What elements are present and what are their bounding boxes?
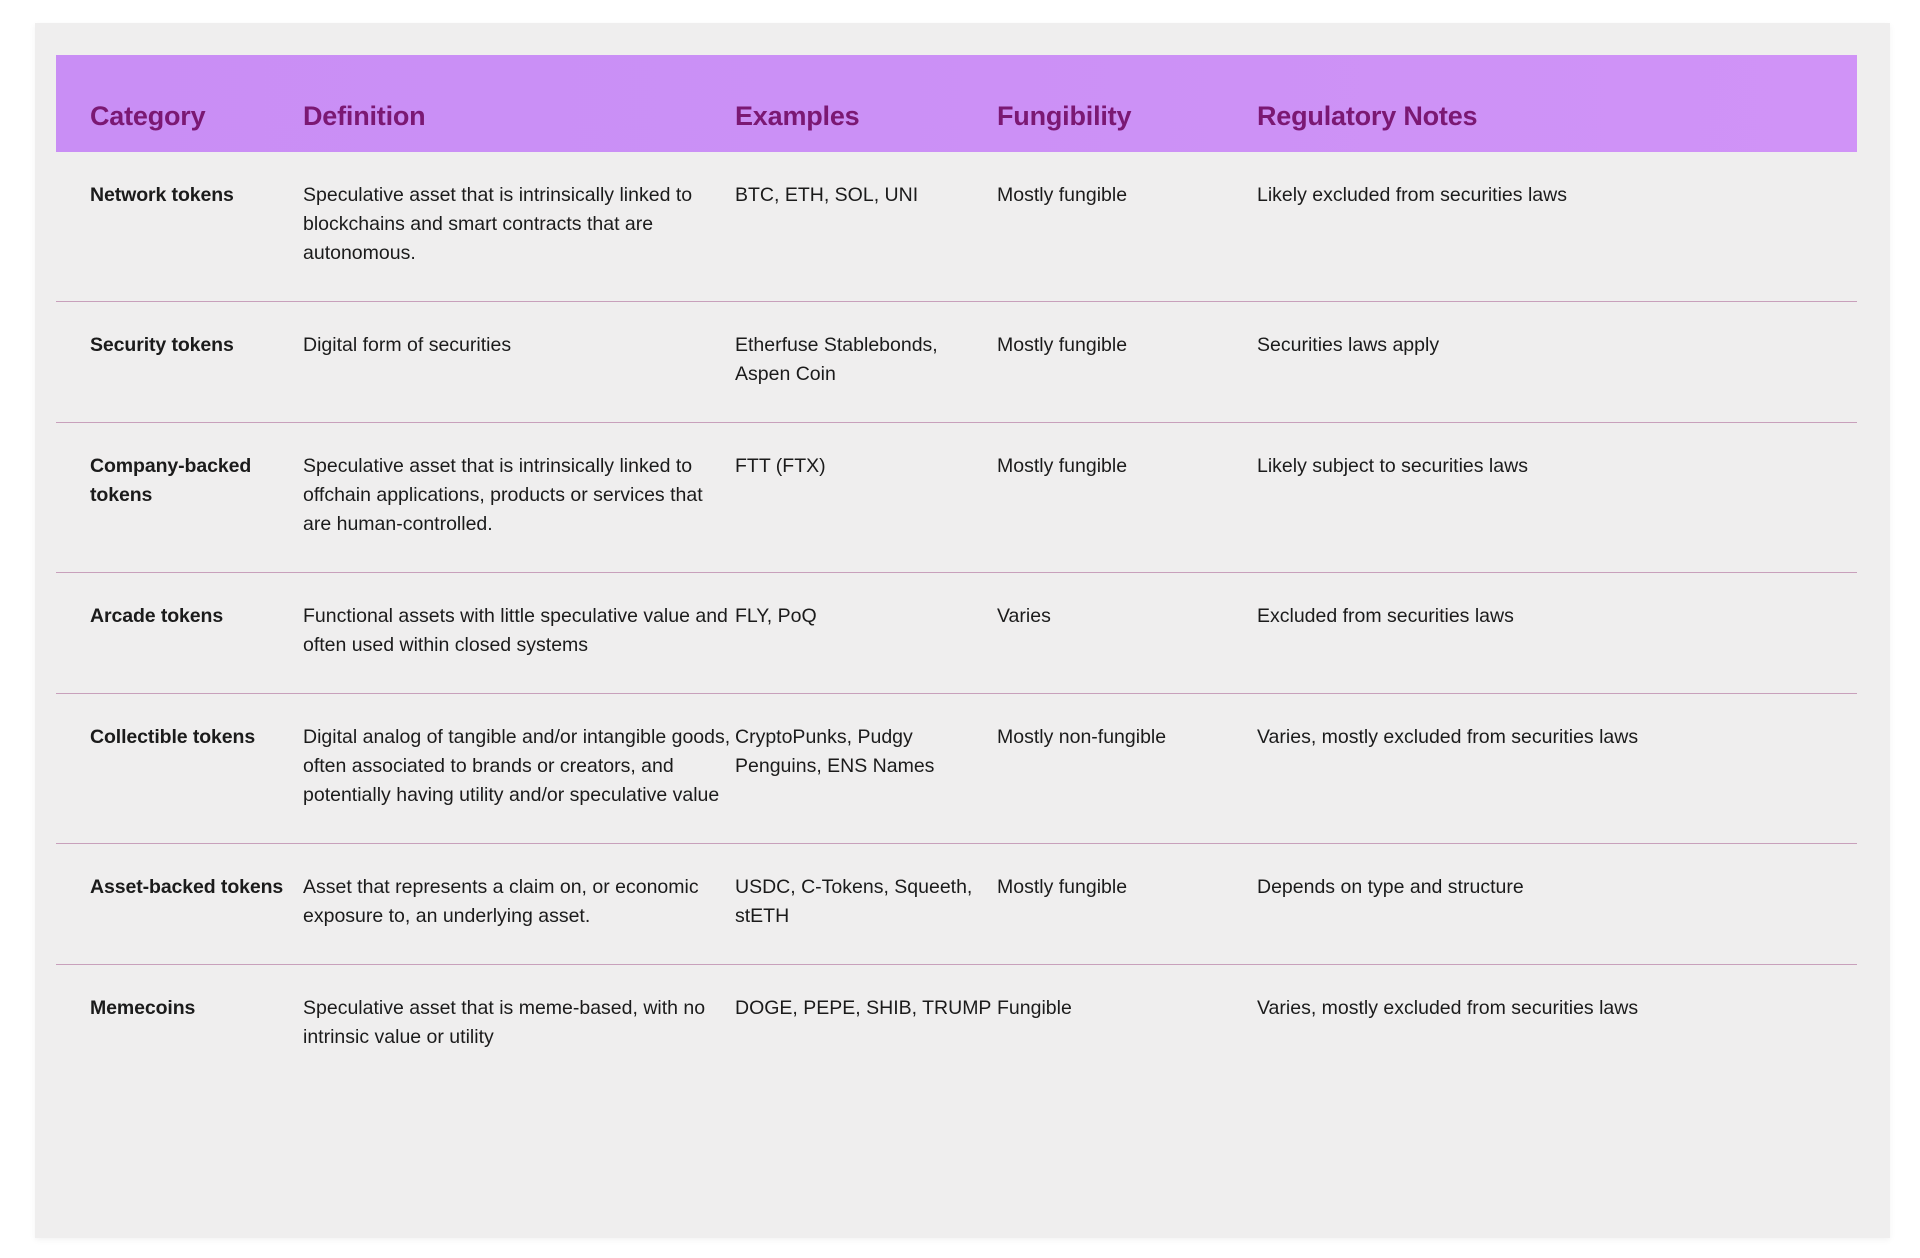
cell-category: Security tokens <box>90 334 234 356</box>
cell-definition: Digital form of securities <box>303 334 512 356</box>
cell-regulatory: Varies, mostly excluded from securities … <box>1257 997 1639 1019</box>
cell-examples: CryptoPunks, Pudgy Penguins, ENS Names <box>735 726 935 777</box>
cell-examples: DOGE, PEPE, SHIB, TRUMP <box>735 997 992 1019</box>
column-header-definition: Definition <box>303 101 426 131</box>
cell-fungibility: Mostly fungible <box>997 184 1128 206</box>
cell-fungibility: Mostly fungible <box>997 455 1128 477</box>
column-header-examples: Examples <box>735 101 860 131</box>
cell-category: Collectible tokens <box>90 726 256 748</box>
cell-category: Memecoins <box>90 997 196 1019</box>
cell-examples: FTT (FTX) <box>735 455 826 477</box>
column-header-fungibility: Fungibility <box>997 101 1132 131</box>
cell-fungibility: Mostly non-fungible <box>997 726 1167 748</box>
table-header-row: Category Definition Examples Fungibility… <box>56 55 1857 152</box>
cell-category: Company-backed tokens <box>90 455 252 506</box>
cell-regulatory: Depends on type and structure <box>1257 876 1524 898</box>
cell-category: Network tokens <box>90 184 234 206</box>
table-row: Security tokens Digital form of securiti… <box>56 302 1857 423</box>
table-row: Company-backed tokens Speculative asset … <box>56 423 1857 573</box>
table-row: Memecoins Speculative asset that is meme… <box>56 965 1857 1082</box>
cell-examples: FLY, PoQ <box>735 605 817 627</box>
cell-definition: Speculative asset that is meme-based, wi… <box>303 997 706 1048</box>
column-header-regulatory-notes: Regulatory Notes <box>1257 101 1478 131</box>
cell-category: Arcade tokens <box>90 605 224 627</box>
cell-examples: Etherfuse Stablebonds, Aspen Coin <box>735 334 938 385</box>
token-taxonomy-table: Category Definition Examples Fungibility… <box>56 55 1857 1082</box>
cell-examples: BTC, ETH, SOL, UNI <box>735 184 919 206</box>
cell-regulatory: Excluded from securities laws <box>1257 605 1514 627</box>
cell-category: Asset-backed tokens <box>90 876 284 898</box>
page-root: Category Definition Examples Fungibility… <box>0 0 1920 1258</box>
cell-definition: Digital analog of tangible and/or intang… <box>303 726 731 806</box>
cell-fungibility: Mostly fungible <box>997 876 1128 898</box>
table-row: Arcade tokens Functional assets with lit… <box>56 573 1857 694</box>
cell-definition: Functional assets with little speculativ… <box>303 605 728 656</box>
cell-definition: Asset that represents a claim on, or eco… <box>303 876 699 927</box>
table-row: Collectible tokens Digital analog of tan… <box>56 694 1857 844</box>
cell-fungibility: Varies <box>997 605 1051 627</box>
table-card: Category Definition Examples Fungibility… <box>35 23 1890 1238</box>
cell-fungibility: Mostly fungible <box>997 334 1128 356</box>
cell-regulatory: Securities laws apply <box>1257 334 1440 356</box>
cell-regulatory: Likely excluded from securities laws <box>1257 184 1567 206</box>
cell-regulatory: Varies, mostly excluded from securities … <box>1257 726 1639 748</box>
cell-definition: Speculative asset that is intrinsically … <box>303 455 703 535</box>
column-header-category: Category <box>90 101 206 131</box>
cell-fungibility: Fungible <box>997 997 1072 1019</box>
cell-definition: Speculative asset that is intrinsically … <box>303 184 693 264</box>
cell-regulatory: Likely subject to securities laws <box>1257 455 1528 477</box>
table-row: Asset-backed tokens Asset that represent… <box>56 844 1857 965</box>
table-body: Network tokens Speculative asset that is… <box>56 152 1857 1082</box>
cell-examples: USDC, C-Tokens, Squeeth, stETH <box>735 876 973 927</box>
table-row: Network tokens Speculative asset that is… <box>56 152 1857 302</box>
